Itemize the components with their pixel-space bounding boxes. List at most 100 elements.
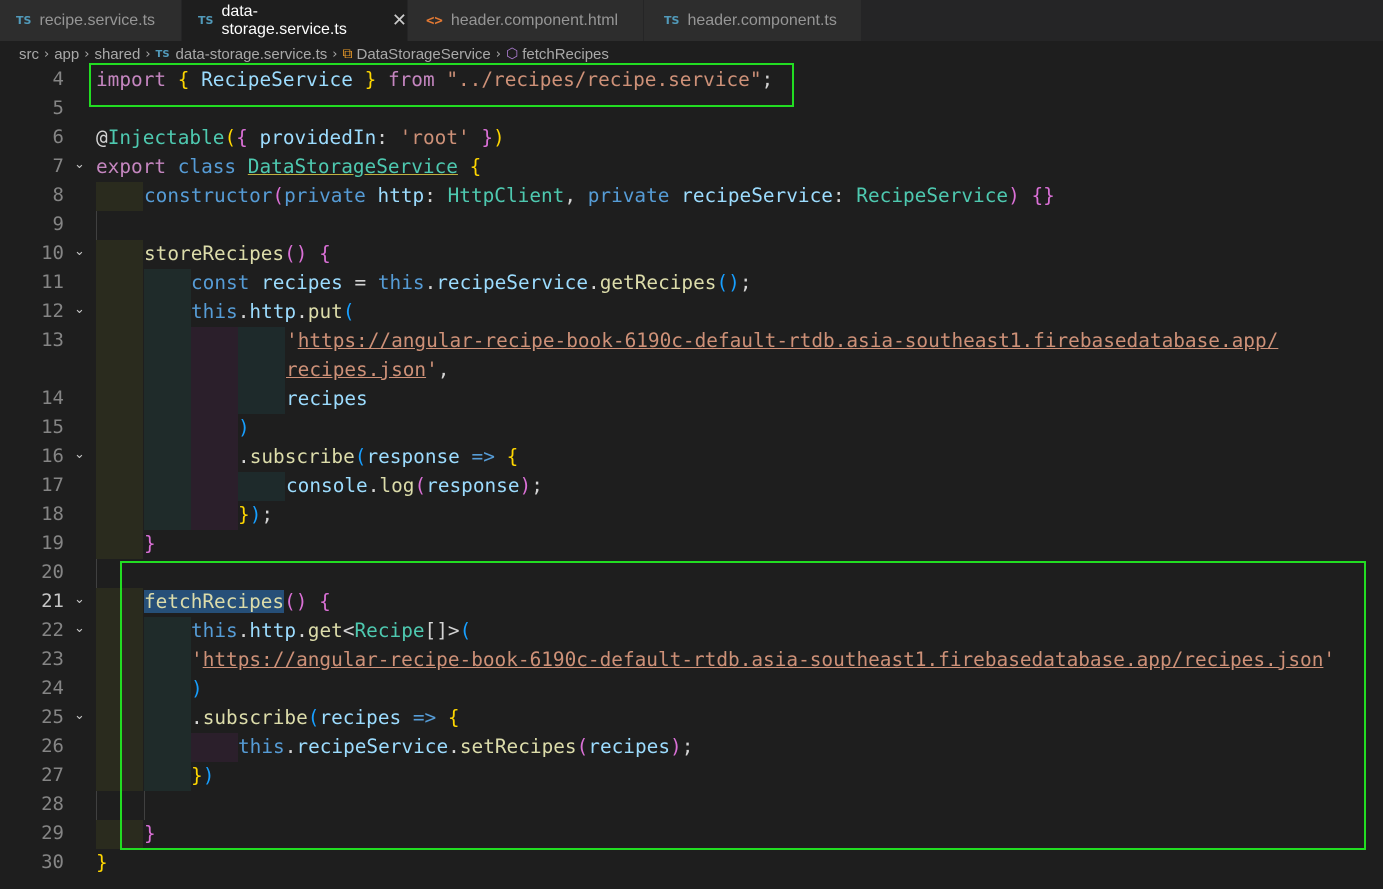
- code-line: 30 }: [0, 849, 1383, 878]
- code-line: 11 const recipes = this.recipeService.ge…: [0, 269, 1383, 298]
- line-number: 12: [41, 300, 64, 322]
- indent-guide: [144, 501, 191, 530]
- chevron-down-icon[interactable]: ⌄: [74, 592, 85, 607]
- chevron-down-icon[interactable]: ⌄: [74, 621, 85, 636]
- code-text: export class DataStorageService {: [96, 155, 482, 178]
- code-line: 15 ): [0, 414, 1383, 443]
- code-text: constructor(private http: HttpClient, pr…: [144, 184, 1055, 207]
- code-line: 6 @Injectable({ providedIn: 'root' }): [0, 124, 1383, 153]
- chevron-down-icon[interactable]: ⌄: [74, 708, 85, 723]
- breadcrumb-item-class[interactable]: DataStorageService: [357, 46, 491, 63]
- code-text: ): [238, 416, 250, 439]
- chevron-right-icon: ›: [332, 46, 338, 62]
- fetch-recipes-highlight-box: [120, 561, 1366, 850]
- indent-guide: [96, 472, 143, 501]
- breadcrumb-item-app[interactable]: app: [54, 46, 79, 63]
- tab-label: header.component.ts: [687, 11, 837, 29]
- breadcrumb-item-method[interactable]: fetchRecipes: [522, 46, 609, 63]
- line-number: 28: [41, 793, 64, 815]
- tab-recipe-service[interactable]: TS recipe.service.ts: [0, 0, 182, 41]
- typescript-file-icon: TS: [664, 14, 680, 27]
- tab-data-storage-service[interactable]: TS data-storage.service.ts ✕: [182, 0, 408, 41]
- chevron-down-icon[interactable]: ⌄: [74, 157, 85, 172]
- indent-guide: [191, 472, 238, 501]
- chevron-down-icon[interactable]: ⌄: [74, 302, 85, 317]
- indent-guide: [96, 269, 143, 298]
- indent-guide: [96, 356, 143, 385]
- indent-guide: [144, 327, 191, 356]
- code-text: storeRecipes() {: [144, 242, 331, 265]
- indent-guide: [191, 443, 238, 472]
- tab-header-component-html[interactable]: <> header.component.html: [408, 0, 644, 41]
- line-number: 15: [41, 416, 64, 438]
- line-number: 30: [41, 851, 64, 873]
- code-text: }: [144, 532, 156, 555]
- import-highlight-box: [89, 63, 794, 107]
- indent-guide: [96, 501, 143, 530]
- indent-guide: [96, 211, 97, 240]
- indent-guide: [191, 385, 238, 414]
- tab-label: header.component.html: [450, 11, 619, 29]
- typescript-file-icon: TS: [198, 14, 214, 27]
- line-number: 21: [41, 590, 64, 612]
- code-text: .subscribe(response => {: [238, 445, 519, 468]
- code-line: 10 ⌄ storeRecipes() {: [0, 240, 1383, 269]
- code-text: 'https://angular-recipe-book-6190c-defau…: [286, 329, 1279, 352]
- line-number: 4: [52, 68, 64, 90]
- indent-guide: [96, 559, 97, 588]
- indent-guide: [144, 443, 191, 472]
- breadcrumb-item-src[interactable]: src: [19, 46, 39, 63]
- indent-guide: [96, 385, 143, 414]
- indent-guide: [96, 182, 143, 211]
- code-line: 7 ⌄ export class DataStorageService {: [0, 153, 1383, 182]
- code-text: recipes: [286, 387, 368, 410]
- indent-guide: [96, 327, 143, 356]
- tab-header-component-ts[interactable]: TS header.component.ts: [644, 0, 862, 41]
- chevron-down-icon[interactable]: ⌄: [74, 447, 85, 462]
- line-number: 5: [52, 97, 64, 119]
- line-number: 10: [41, 242, 64, 264]
- code-text: console.log(response);: [286, 474, 543, 497]
- editor-tab-bar: TS recipe.service.ts TS data-storage.ser…: [0, 0, 1383, 41]
- breadcrumb-item-shared[interactable]: shared: [94, 46, 140, 63]
- code-line: 17 console.log(response);: [0, 472, 1383, 501]
- indent-guide: [144, 356, 191, 385]
- indent-guide: [144, 298, 191, 327]
- line-number: 19: [41, 532, 64, 554]
- indent-guide: [96, 298, 143, 327]
- code-text: recipes.json',: [286, 358, 450, 381]
- line-number: 27: [41, 764, 64, 786]
- chevron-down-icon[interactable]: ⌄: [74, 244, 85, 259]
- breadcrumb-item-file[interactable]: data-storage.service.ts: [176, 46, 328, 63]
- line-number: 11: [41, 271, 64, 293]
- chevron-right-icon: ›: [44, 46, 50, 62]
- chevron-right-icon: ›: [495, 46, 501, 62]
- code-text: });: [238, 503, 274, 526]
- indent-guide: [238, 356, 285, 385]
- line-number: 16: [41, 445, 64, 467]
- line-number: 9: [52, 213, 64, 235]
- typescript-file-icon: TS: [16, 14, 32, 27]
- method-symbol-icon: ⬡: [505, 46, 519, 62]
- code-line: 8 constructor(private http: HttpClient, …: [0, 182, 1383, 211]
- line-number: 17: [41, 474, 64, 496]
- close-tab-icon[interactable]: ✕: [392, 10, 407, 31]
- indent-guide: [96, 414, 143, 443]
- line-number: 7: [52, 155, 64, 177]
- line-number: 26: [41, 735, 64, 757]
- indent-guide: [144, 385, 191, 414]
- indent-guide: [191, 327, 238, 356]
- line-number: 20: [41, 561, 64, 583]
- code-line-wrap: recipes.json',: [0, 356, 1383, 385]
- code-line: 14 recipes: [0, 385, 1383, 414]
- code-line: 18 });: [0, 501, 1383, 530]
- html-file-icon: <>: [426, 12, 443, 29]
- breadcrumb: src › app › shared › TS data-storage.ser…: [19, 43, 609, 65]
- code-line: 19 }: [0, 530, 1383, 559]
- chevron-right-icon: ›: [145, 46, 151, 62]
- code-line: 16 ⌄ .subscribe(response => {: [0, 443, 1383, 472]
- code-line: 12 ⌄ this.http.put(: [0, 298, 1383, 327]
- tab-label: data-storage.service.ts: [221, 2, 347, 38]
- tab-label: recipe.service.ts: [39, 11, 156, 29]
- typescript-file-icon: TS: [155, 48, 170, 60]
